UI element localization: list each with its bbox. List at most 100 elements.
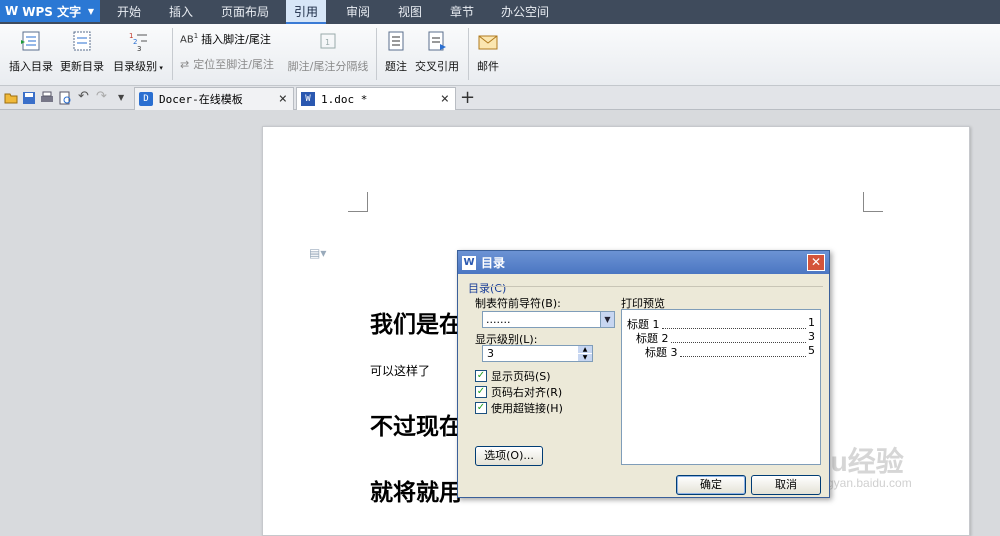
levels-stepper[interactable]: 3 ▲ ▼ bbox=[482, 345, 593, 362]
tab-references[interactable]: 引用 bbox=[286, 0, 326, 24]
tab-office-space[interactable]: 办公空间 bbox=[494, 0, 556, 24]
undo-icon[interactable]: ↶ bbox=[78, 90, 92, 105]
goto-footnote-button[interactable]: ⇄ 定位至脚注/尾注 bbox=[180, 56, 274, 72]
svg-text:1: 1 bbox=[325, 38, 330, 47]
open-folder-icon[interactable] bbox=[4, 91, 18, 105]
tab-chapter[interactable]: 章节 bbox=[440, 0, 484, 24]
new-tab-icon[interactable]: + bbox=[460, 87, 475, 108]
use-hyperlinks-checkbox[interactable]: ✓ 使用超链接(H) bbox=[475, 400, 563, 416]
print-icon[interactable] bbox=[40, 91, 54, 105]
footnote-separator-icon: 1 bbox=[320, 33, 336, 49]
tab-insert[interactable]: 插入 bbox=[158, 0, 204, 24]
ribbon: 插入目录 更新目录 1 2 3 目录级别 ▾ AB1 插入脚注/尾注 ⇄ 定位至… bbox=[0, 24, 1000, 86]
right-align-checkbox[interactable]: ✓ 页码右对齐(R) bbox=[475, 384, 562, 400]
dialog-title: 目录 bbox=[481, 256, 506, 270]
insert-toc-label: 插入目录 bbox=[9, 60, 53, 73]
cross-reference-button[interactable]: 交叉引用 bbox=[414, 30, 460, 74]
ribbon-separator bbox=[468, 28, 469, 80]
close-icon[interactable]: × bbox=[279, 91, 287, 107]
check-icon: ✓ bbox=[475, 370, 487, 382]
print-preview-box: 标题 11 标题 23 标题 35 bbox=[621, 309, 821, 465]
save-icon[interactable] bbox=[22, 91, 36, 105]
chevron-down-icon[interactable]: ▼ bbox=[600, 312, 614, 327]
insert-toc-button[interactable]: 插入目录 bbox=[6, 30, 56, 74]
doc-line-1: 我们是在 bbox=[370, 311, 462, 338]
check-icon: ✓ bbox=[475, 402, 487, 414]
dialog-title-bar[interactable]: W 目录 bbox=[458, 251, 829, 274]
toc-level-icon: 1 2 3 bbox=[129, 32, 147, 53]
close-icon[interactable]: × bbox=[441, 91, 449, 107]
paragraph-layout-icon[interactable]: ▤▾ bbox=[309, 246, 326, 260]
ribbon-separator bbox=[376, 28, 377, 80]
tab-label: Docer-在线模板 bbox=[159, 93, 243, 106]
word-doc-icon: W bbox=[301, 92, 315, 106]
chevron-up-icon[interactable]: ▲ bbox=[578, 346, 592, 353]
show-page-numbers-label: 显示页码(S) bbox=[491, 370, 551, 383]
preview-entry-3: 标题 3 5 bbox=[645, 344, 815, 360]
tab-document[interactable]: W 1.doc * × bbox=[296, 87, 456, 110]
cross-reference-icon bbox=[428, 31, 446, 51]
caption-icon bbox=[388, 31, 404, 51]
insert-toc-icon bbox=[21, 31, 40, 51]
print-preview-icon[interactable] bbox=[58, 91, 72, 105]
toc-level-button[interactable]: 1 2 3 目录级别 ▾ bbox=[110, 30, 166, 74]
tab-docer-templates[interactable]: D Docer-在线模板 × bbox=[134, 87, 294, 110]
docer-icon: D bbox=[139, 92, 153, 106]
tab-review[interactable]: 审阅 bbox=[336, 0, 380, 24]
tab-home[interactable]: 开始 bbox=[106, 0, 152, 24]
options-button[interactable]: 选项(O)... bbox=[475, 446, 543, 466]
leader-select-value: ....... bbox=[486, 313, 511, 326]
use-hyperlinks-label: 使用超链接(H) bbox=[491, 402, 563, 415]
mail-button[interactable]: 邮件 bbox=[474, 30, 502, 74]
cross-reference-label: 交叉引用 bbox=[415, 60, 459, 73]
doc-line-3: 不过现在 bbox=[370, 413, 462, 440]
ok-button[interactable]: 确定 bbox=[676, 475, 746, 495]
update-toc-icon bbox=[73, 31, 91, 51]
leader-select[interactable]: ....... ▼ bbox=[482, 311, 615, 328]
levels-value: 3 bbox=[487, 347, 494, 360]
group-divider bbox=[485, 286, 823, 287]
app-name: WPS 文字 bbox=[22, 4, 82, 19]
document-tab-strip: ↶ ↷ ▼ D Docer-在线模板 × W 1.doc * × + bbox=[0, 86, 1000, 110]
chevron-down-icon[interactable]: ▼ bbox=[578, 354, 592, 361]
insert-footnote-label: 插入脚注/尾注 bbox=[201, 33, 271, 46]
check-icon: ✓ bbox=[475, 386, 487, 398]
footnote-separator-button[interactable]: 1 脚注/尾注分隔线 bbox=[286, 30, 370, 74]
tab-page-layout[interactable]: 页面布局 bbox=[214, 0, 276, 24]
toc-dialog: W 目录 ✕ 目录(C) 制表符前导符(B): ....... ▼ 显示级别(L… bbox=[457, 250, 830, 498]
margin-corner-mark bbox=[863, 192, 883, 212]
preview-entry-page: 5 bbox=[808, 344, 815, 357]
insert-footnote-button[interactable]: AB1 插入脚注/尾注 bbox=[180, 31, 271, 47]
preview-leader bbox=[670, 330, 806, 343]
footnote-separator-label: 脚注/尾注分隔线 bbox=[287, 60, 369, 73]
footnote-icon: AB1 bbox=[180, 32, 199, 46]
svg-text:3: 3 bbox=[137, 45, 141, 52]
update-toc-button[interactable]: 更新目录 bbox=[58, 30, 106, 74]
doc-line-4: 就将就用 bbox=[370, 479, 462, 506]
toc-level-label: 目录级别 bbox=[113, 60, 158, 73]
wps-logo-icon: W bbox=[5, 4, 19, 18]
customize-toolbar-icon[interactable]: ▼ bbox=[118, 91, 132, 105]
preview-leader bbox=[661, 316, 806, 329]
close-icon[interactable]: ✕ bbox=[807, 254, 825, 271]
preview-entry-label: 标题 3 bbox=[645, 346, 678, 359]
cancel-button[interactable]: 取消 bbox=[751, 475, 821, 495]
update-toc-label: 更新目录 bbox=[60, 60, 104, 73]
leader-label: 制表符前导符(B): bbox=[475, 297, 561, 310]
goto-footnote-icon: ⇄ bbox=[180, 57, 190, 71]
redo-icon[interactable]: ↷ bbox=[96, 90, 110, 105]
margin-corner-mark bbox=[348, 192, 368, 212]
right-align-label: 页码右对齐(R) bbox=[491, 386, 563, 399]
menu-bar: W WPS 文字 ▼ 开始 插入 页面布局 引用 审阅 视图 章节 办公空间 bbox=[0, 0, 1000, 24]
mail-label: 邮件 bbox=[477, 60, 499, 73]
preview-leader bbox=[679, 344, 806, 357]
mail-icon bbox=[478, 35, 498, 50]
tab-label: 1.doc * bbox=[321, 92, 368, 106]
caption-button[interactable]: 题注 bbox=[382, 30, 410, 74]
tab-view[interactable]: 视图 bbox=[388, 0, 432, 24]
show-page-numbers-checkbox[interactable]: ✓ 显示页码(S) bbox=[475, 368, 551, 384]
chevron-down-icon: ▼ bbox=[87, 6, 94, 16]
wps-logo-icon: W bbox=[462, 255, 476, 270]
doc-line-2: 可以这样了 bbox=[370, 364, 431, 378]
app-menu-button[interactable]: W WPS 文字 ▼ bbox=[0, 0, 100, 22]
